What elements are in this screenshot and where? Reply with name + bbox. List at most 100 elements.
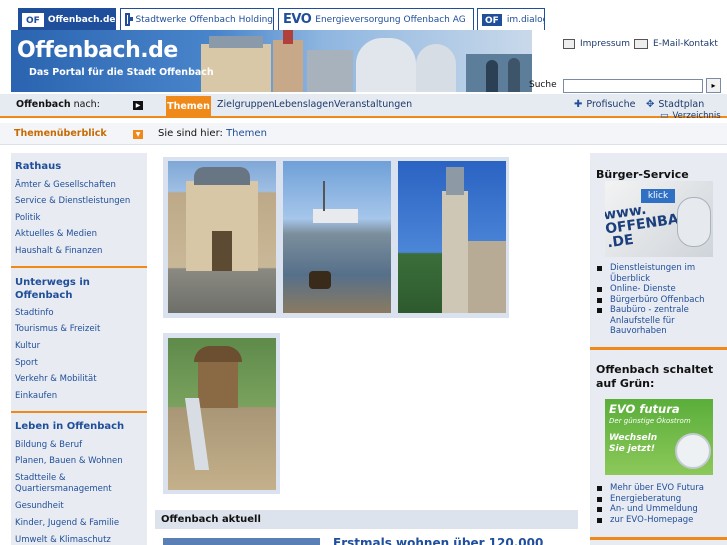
sidebar-item[interactable]: Politik (15, 213, 40, 224)
sidebar-item[interactable]: Service & Dienstleistungen (15, 196, 130, 207)
profisuche-label: Profisuche (586, 99, 636, 110)
breadcrumb-prefix: Sie sind hier: (158, 128, 223, 139)
email-contact-label: E-Mail-Kontakt (653, 39, 718, 49)
search-label: Suche (529, 80, 557, 90)
impressum-label: Impressum (580, 39, 631, 49)
nav-label: Offenbach nach: (16, 99, 100, 110)
sidebar-item[interactable]: Ämter & Gesellschaften (15, 180, 116, 191)
sidebar-divider (11, 411, 147, 413)
impressum-link[interactable]: Impressum (563, 39, 630, 49)
bollard-shape (309, 271, 331, 289)
envelope-icon (634, 39, 648, 49)
buerger-service-banner[interactable]: www. OFFENBACH .DE klick (605, 181, 713, 257)
buerger-service-heading: Bürger-Service (596, 168, 689, 181)
church-photo[interactable] (398, 161, 506, 313)
sidebar-item[interactable]: Sport (15, 358, 38, 369)
evo-logo-icon: EVO (283, 12, 312, 27)
header-banner: Offenbach.de Das Portal für die Stadt Of… (11, 30, 532, 92)
sidebar-item[interactable]: Kinder, Jugend & Familie (15, 518, 119, 529)
news-thumbnail[interactable] (163, 538, 320, 545)
sidebar-item[interactable]: Planen, Bauen & Wohnen (15, 456, 123, 467)
buerger-links: Dienstleistungen im Überblick Online- Di… (596, 263, 724, 337)
themenueberblick-label[interactable]: Themenüberblick (14, 128, 107, 139)
tab-im-dialog[interactable]: OF im.dialog (477, 8, 545, 30)
document-icon (563, 39, 575, 49)
church-image (273, 40, 303, 92)
tab-label: im.dialog (506, 14, 545, 25)
breadcrumb-current-link[interactable]: Themen (226, 128, 267, 139)
sidebar-heading-unterwegs[interactable]: Unterwegs in Offenbach (15, 276, 115, 302)
list-item[interactable]: An- und Ummeldung (596, 504, 724, 515)
magnifier-plus-icon: ✚ (574, 99, 583, 110)
list-item[interactable]: Mehr über EVO Futura (596, 483, 724, 494)
sidebar-item[interactable]: Gesundheit (15, 501, 64, 512)
list-item[interactable]: Dienstleistungen im Überblick (596, 263, 724, 284)
profisuche-link[interactable]: ✚ Profisuche (574, 99, 636, 110)
sidebar-item[interactable]: Haushalt & Finanzen (15, 246, 102, 257)
sidebar-heading-leben[interactable]: Leben in Offenbach (15, 420, 124, 433)
map-icon: ✥ (646, 99, 655, 110)
site-tabs: OF Offenbach.de Stadtwerke Offenbach Hol… (0, 0, 727, 32)
nav-tab-themen[interactable]: Themen (166, 96, 211, 118)
email-contact-link[interactable]: E-Mail-Kontakt (634, 39, 718, 49)
nav-tab-zielgruppen[interactable]: Zielgruppen (217, 99, 275, 110)
tower-structure (198, 358, 238, 408)
ship-mast (323, 181, 325, 211)
sidebar-item[interactable]: Bildung & Beruf (15, 440, 82, 451)
verzeichnis-link[interactable]: ▭ Verzeichnis (660, 111, 721, 121)
tab-label: Stadtwerke Offenbach Holding (135, 14, 273, 25)
of-logo-icon: OF (22, 12, 44, 27)
tab-label: Energieversorgung Offenbach AG (315, 14, 466, 25)
stadtwerke-logo-icon (125, 13, 135, 26)
ship-shape (313, 209, 358, 223)
sidebar-item[interactable]: Kultur (15, 341, 40, 352)
palace-roof (209, 36, 263, 48)
breadcrumb-bar: Themenüberblick ▼ Sie sind hier: Themen (0, 123, 727, 145)
palace-photo[interactable] (168, 161, 276, 313)
tower-roof (194, 346, 242, 362)
gruen-heading: Offenbach schaltet auf Grün: (596, 363, 714, 390)
tab-evo[interactable]: EVO Energieversorgung Offenbach AG (278, 8, 474, 30)
section-heading-aktuell: Offenbach aktuell (155, 510, 578, 529)
folder-icon: ▭ (660, 111, 669, 121)
sidebar-divider (590, 537, 727, 540)
themenueberblick-dropdown-icon[interactable]: ▼ (133, 130, 143, 139)
tab-label: Offenbach.de (47, 14, 116, 25)
list-item[interactable]: Baubüro - zentrale Anlaufstelle für Bauv… (596, 305, 724, 337)
sidebar-item[interactable]: Verkehr & Mobilität (15, 374, 97, 385)
sidebar-item[interactable]: Einkaufen (15, 391, 57, 402)
site-title[interactable]: Offenbach.de (17, 38, 178, 63)
search-button[interactable]: ▸ (706, 78, 721, 93)
sidebar-item[interactable]: Umwelt & Klimaschutz (15, 535, 111, 545)
tank-image (416, 44, 456, 92)
left-sidebar: Rathaus Ämter & Gesellschaften Service &… (11, 153, 147, 545)
harbor-photo[interactable] (283, 161, 391, 313)
sidebar-item[interactable]: Aktuelles & Medien (15, 229, 97, 240)
people-image (466, 54, 532, 92)
evo-futura-banner[interactable]: EVO futura Der günstige Ökostrom Wechsel… (605, 399, 713, 475)
sidebar-item[interactable]: Stadtteile & Quartiersmanagement (15, 473, 115, 495)
search-input[interactable] (563, 79, 703, 93)
tab-offenbach-de[interactable]: OF Offenbach.de (18, 8, 116, 30)
lightbulb-icon (675, 433, 711, 469)
tower-top (446, 167, 464, 195)
list-item[interactable]: zur EVO-Homepage (596, 515, 724, 526)
list-item[interactable]: Energieberatung (596, 494, 724, 505)
klick-badge: klick (641, 189, 675, 203)
list-item[interactable]: Online- Dienste (596, 284, 724, 295)
nav-dropdown-arrow-icon[interactable]: ▶ (133, 101, 143, 110)
sidebar-heading-rathaus[interactable]: Rathaus (15, 160, 61, 173)
stadtplan-label: Stadtplan (658, 99, 705, 110)
evo-cta: Wechseln Sie jetzt! (609, 433, 658, 454)
stadtplan-link[interactable]: ✥ Stadtplan (646, 99, 704, 110)
evo-futura-brand: EVO futura (609, 402, 680, 416)
tab-stadtwerke[interactable]: Stadtwerke Offenbach Holding (120, 8, 274, 30)
playground-photo[interactable] (168, 338, 276, 490)
palace-door (212, 231, 232, 271)
sidebar-item[interactable]: Tourismus & Freizeit (15, 324, 100, 335)
list-item[interactable]: Bürgerbüro Offenbach (596, 295, 724, 306)
sidebar-item[interactable]: Stadtinfo (15, 308, 54, 319)
news-headline-link[interactable]: Erstmals wohnen über 120.000 (333, 536, 543, 545)
nav-tab-lebenslagen[interactable]: Lebenslagen (274, 99, 334, 110)
nav-tab-veranstaltungen[interactable]: Veranstaltungen (334, 99, 412, 110)
